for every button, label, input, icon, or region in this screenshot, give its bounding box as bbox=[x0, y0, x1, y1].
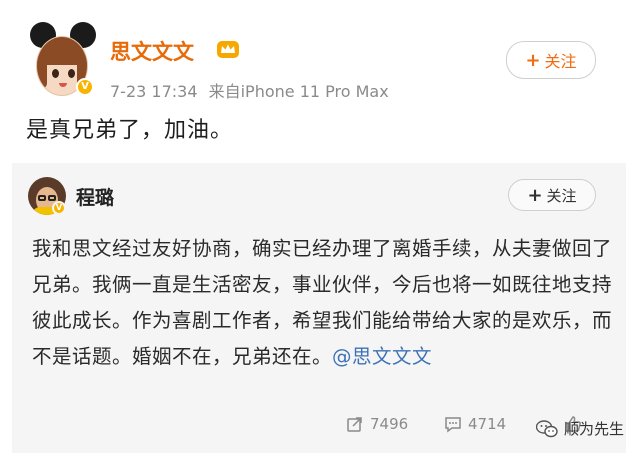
verified-v-icon: V bbox=[52, 201, 66, 215]
repost-author-name[interactable]: 程璐 bbox=[76, 183, 114, 210]
verified-v-icon: V bbox=[76, 78, 94, 96]
avatar-mouth bbox=[59, 83, 67, 87]
post-source: 来自iPhone 11 Pro Max bbox=[208, 82, 389, 101]
crown-icon bbox=[217, 41, 239, 58]
follow-button-label: 关注 bbox=[544, 52, 577, 71]
post-meta: 7-23 17:34 来自iPhone 11 Pro Max bbox=[110, 78, 395, 102]
avatar-eye-right bbox=[68, 69, 75, 78]
repost-follow-button[interactable]: + 关注 bbox=[508, 179, 596, 211]
repost-avatar-glass-right bbox=[48, 195, 56, 201]
post-timestamp: 7-23 17:34 bbox=[110, 82, 198, 101]
repost-text: 我和思文经过友好协商，确实已经办理了离婚手续，从夫妻做回了兄弟。我俩一直是生活密… bbox=[32, 231, 614, 375]
watermark-text: 顺为先生 bbox=[564, 420, 625, 438]
repost-body: 我和思文经过友好协商，确实已经办理了离婚手续，从夫妻做回了兄弟。我俩一直是生活密… bbox=[32, 237, 613, 368]
wechat-icon bbox=[536, 419, 558, 437]
repost-follow-label: 关注 bbox=[546, 186, 577, 205]
follow-button[interactable]: + 关注 bbox=[506, 41, 596, 79]
plus-icon: + bbox=[527, 184, 543, 206]
repost-count: 7496 bbox=[370, 415, 409, 433]
avatar-hair-left bbox=[37, 55, 47, 89]
avatar[interactable]: V bbox=[26, 22, 96, 98]
comment-icon bbox=[445, 417, 461, 433]
plus-icon: + bbox=[525, 49, 541, 71]
repost-count-button[interactable]: 7496 bbox=[346, 415, 408, 433]
mention-link[interactable]: @思文文文 bbox=[332, 345, 432, 368]
repost-icon bbox=[347, 417, 362, 432]
comment-count-button[interactable]: 4714 bbox=[444, 415, 506, 433]
comment-count: 4714 bbox=[468, 415, 507, 433]
post-text: 是真兄弟了，加油。 bbox=[26, 118, 234, 143]
reposted-weibo-card[interactable]: V 程璐 + 关注 我和思文经过友好协商，确实已经办理了离婚手续，从夫妻做回了兄… bbox=[12, 163, 626, 453]
avatar-eye-left bbox=[52, 69, 59, 78]
watermark: 顺为先生 bbox=[536, 418, 624, 439]
author-name[interactable]: 思文文文 bbox=[110, 36, 194, 66]
repost-avatar-glass-left bbox=[38, 195, 46, 201]
